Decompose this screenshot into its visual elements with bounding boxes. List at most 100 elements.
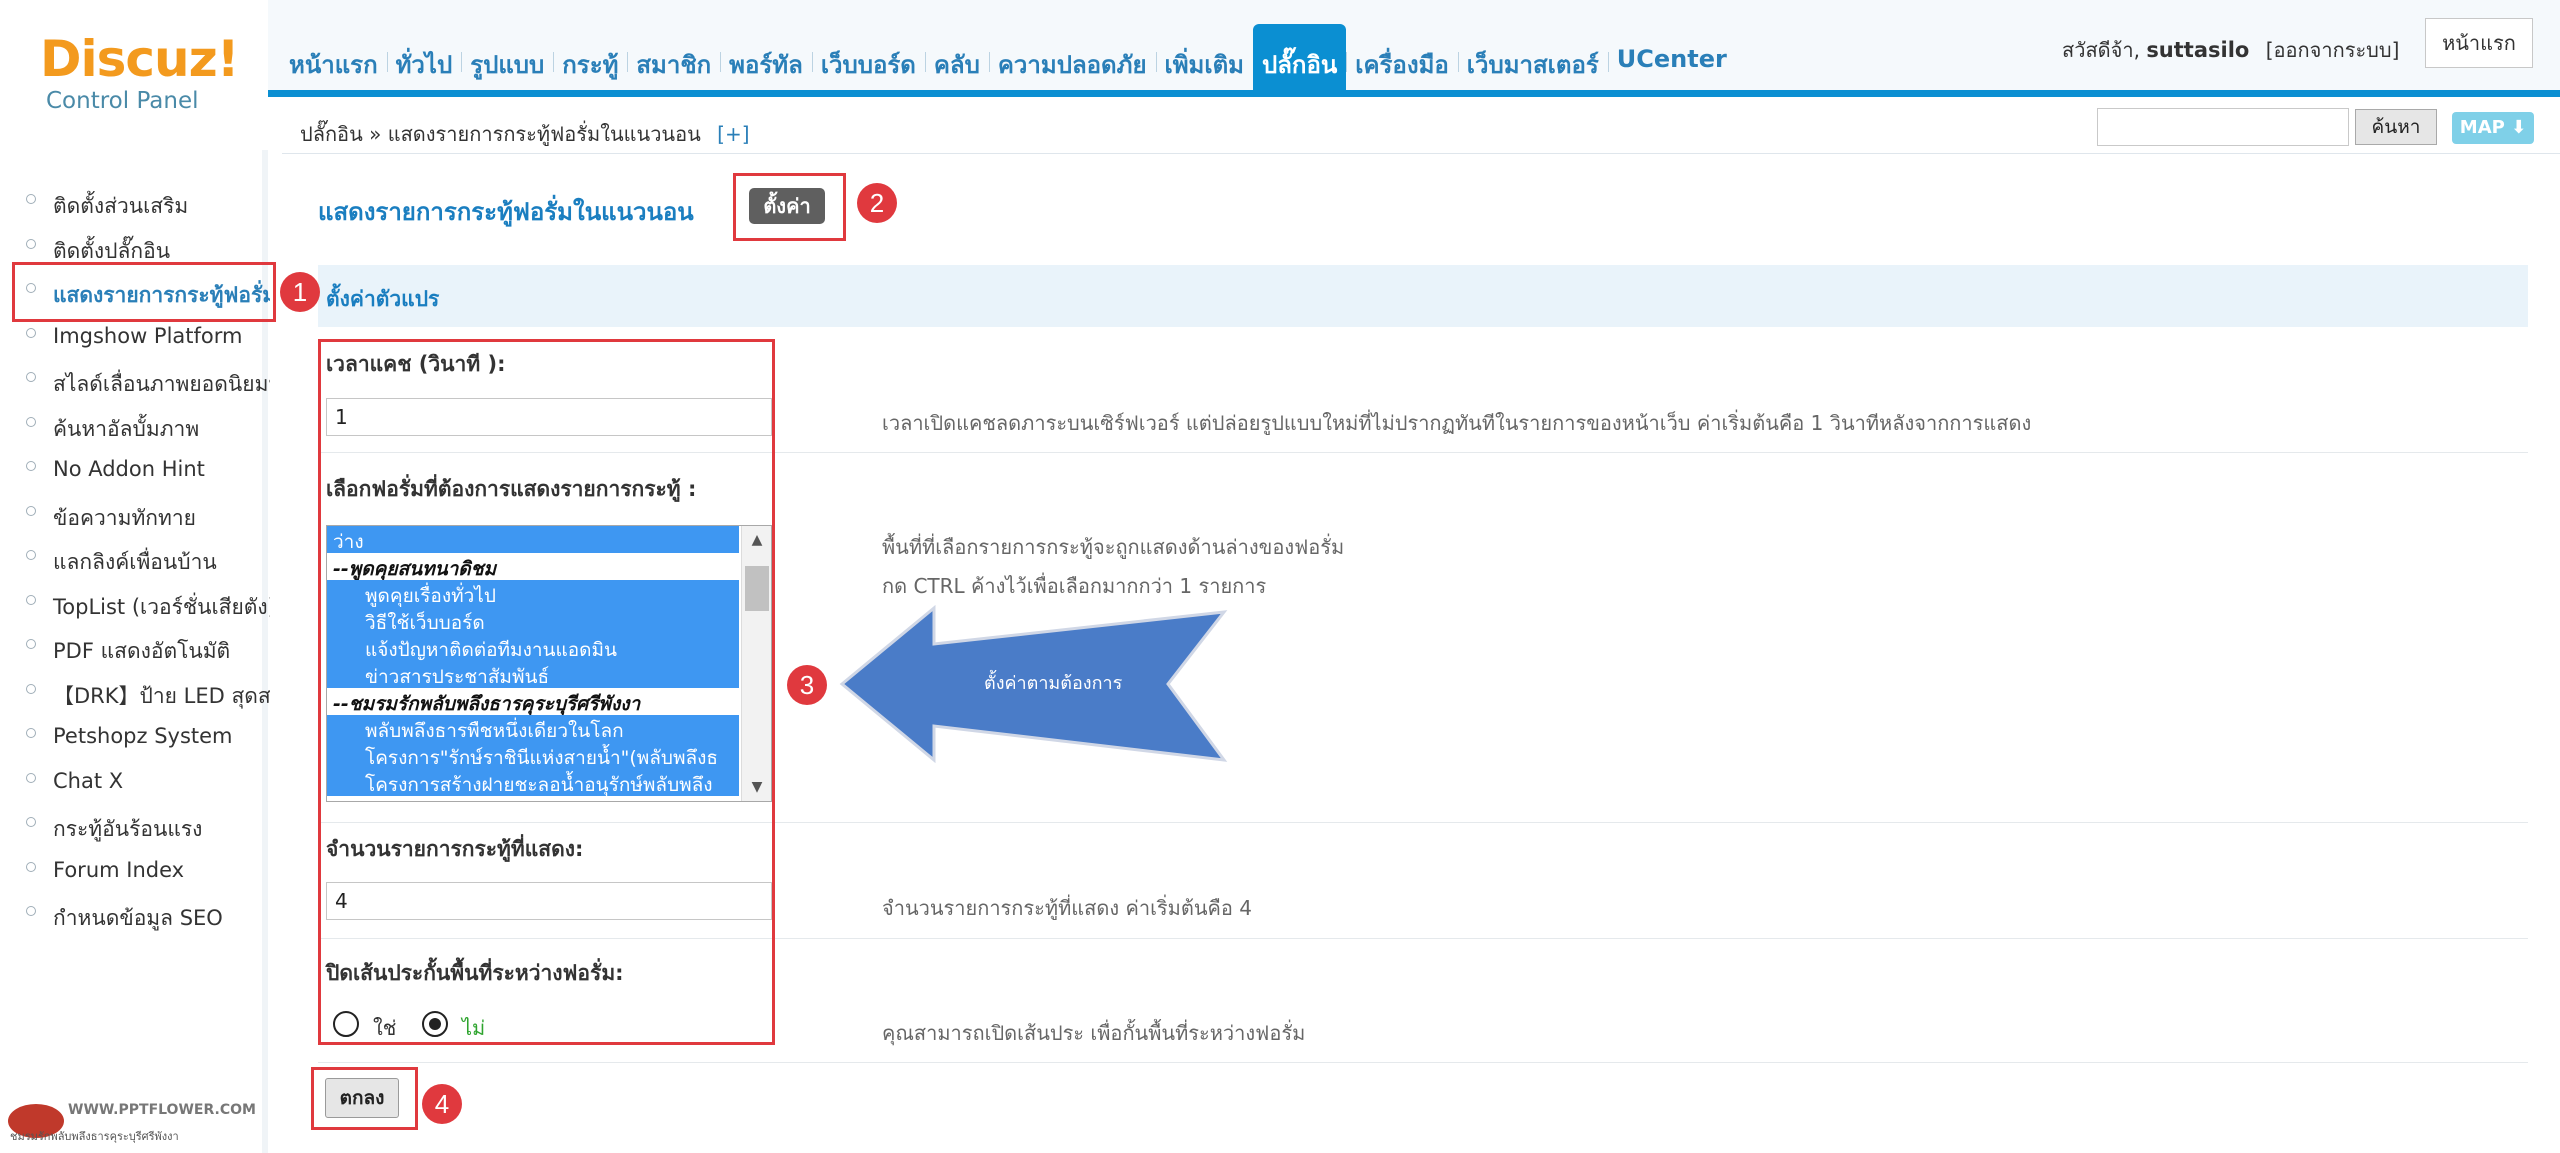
- sidebar-item-label: Imgshow Platform: [53, 323, 243, 348]
- arrow-label: ตั้งค่าตามต้องการ: [984, 673, 1123, 694]
- nav-tab-11[interactable]: เครื่องมือ: [1346, 24, 1458, 96]
- nav-tab-5[interactable]: พอร์ทัล: [720, 24, 812, 96]
- forum-select-description: พื้นที่ที่เลือกรายการกระทู้จะถูกแสดงด้าน…: [882, 535, 1345, 559]
- sidebar-item[interactable]: Forum Index: [0, 856, 270, 901]
- sidebar-item-label: สไลด์เลื่อนภาพยอดนิยมห: [53, 372, 270, 396]
- add-shortcut-link[interactable]: [+]: [717, 122, 749, 146]
- nav-tab-1[interactable]: ทั่วไป: [386, 24, 462, 96]
- sidebar-item-label: กำหนดข้อมูล SEO: [53, 906, 223, 930]
- bullet-icon: [26, 861, 36, 872]
- forum-select-hint: กด CTRL ค้างไว้เพื่อเลือกมากกว่า 1 รายกา…: [882, 574, 1267, 598]
- nav-tab-13[interactable]: UCenter: [1607, 24, 1736, 96]
- sidebar-item-label: ติดตั้งปลั๊กอิน: [53, 238, 171, 263]
- bullet-icon: [26, 639, 36, 649]
- nav-underline: [268, 90, 2560, 97]
- annotation-badge-1: 1: [280, 272, 320, 312]
- bullet-icon: [26, 238, 36, 249]
- top-nav: หน้าแรก ทั่วไป รูปแบบ กระทู้ สมาชิก พอร์ทัล เว…: [280, 24, 1736, 96]
- sub-header: ปลั๊กอิน » แสดงรายการกระทู้ฟอรั่มในแนวนอ…: [282, 104, 2560, 154]
- sidebar-item[interactable]: ติดตั้งส่วนเสริม: [0, 188, 270, 233]
- sidebar-item[interactable]: แลกลิงค์เพื่อนบ้าน: [0, 544, 270, 589]
- sidebar-item[interactable]: ค้นหาอัลบั้มภาพ: [0, 411, 270, 456]
- sidebar-item-label: PDF แสดงอัตโนมัติ: [53, 639, 231, 663]
- bullet-icon: [26, 550, 36, 560]
- logout-link[interactable]: [ออกจากระบบ]: [2266, 38, 2400, 62]
- bullet-icon: [26, 194, 36, 204]
- sidebar-item-label: TopList (เวอร์ชั่นเสียตัง): [53, 594, 270, 619]
- nav-tab-12[interactable]: เว็บมาสเตอร์: [1457, 24, 1608, 96]
- annotation-box-sidebar: [12, 262, 276, 322]
- annotation-box-submit: [311, 1067, 418, 1130]
- bullet-icon: [26, 906, 36, 916]
- sidebar-item-label: ค้นหาอัลบั้มภาพ: [53, 416, 200, 441]
- footer-logo-site: WWW.PPTFLOWER.COM: [68, 1102, 256, 1118]
- nav-tab-8[interactable]: ความปลอดภัย: [988, 24, 1156, 96]
- annotation-badge-3: 3: [787, 665, 827, 705]
- sidebar-item-label: แลกลิงค์เพื่อนบ้าน: [53, 550, 217, 574]
- annotation-badge-4: 4: [422, 1084, 462, 1124]
- sidebar-item[interactable]: กระทู้อันร้อนแรง: [0, 811, 270, 856]
- section-header: [318, 265, 2528, 327]
- sidebar-item[interactable]: Petshopz System: [0, 722, 270, 767]
- sidebar-item-label: No Addon Hint: [53, 457, 205, 481]
- bullet-icon: [26, 461, 36, 471]
- bullet-icon: [26, 728, 36, 738]
- nav-tab-2[interactable]: รูปแบบ: [461, 24, 553, 96]
- sidebar-item-label: Forum Index: [53, 857, 185, 882]
- sidebar-item-label: ติดตั้งส่วนเสริม: [53, 194, 189, 218]
- sidebar-item-label: Chat X: [53, 768, 124, 793]
- page-title: แสดงรายการกระทู้ฟอรั่มในแนวนอน: [318, 198, 694, 226]
- bullet-icon: [26, 594, 36, 605]
- nav-tab-7[interactable]: คลับ: [924, 24, 989, 96]
- nav-tab-9[interactable]: เพิ่มเติม: [1155, 24, 1253, 96]
- nav-tab-0[interactable]: หน้าแรก: [280, 24, 387, 96]
- logo[interactable]: Discuz! Control Panel: [0, 0, 268, 150]
- bullet-icon: [26, 772, 36, 783]
- sidebar-item-label: ข้อความทักทาย: [53, 505, 196, 530]
- greeting-text: สวัสดีจ้า,: [2062, 38, 2140, 62]
- home-button[interactable]: หน้าแรก: [2425, 18, 2533, 68]
- nav-tab-4[interactable]: สมาชิก: [627, 24, 720, 96]
- count-description: จำนวนรายการกระทู้ที่แสดง ค่าเริ่มต้นคือ …: [882, 896, 1252, 920]
- admin-screen: Discuz! Control Panel หน้าแรก ทั่วไป รูปแบ…: [0, 0, 2560, 1153]
- user-greeting: สวัสดีจ้า, suttasilo [ออกจากระบบ]: [2062, 34, 2399, 66]
- search-button[interactable]: ค้นหา: [2355, 109, 2437, 145]
- bullet-icon: [26, 416, 36, 427]
- bullet-icon: [26, 505, 36, 516]
- sidebar-item[interactable]: TopList (เวอร์ชั่นเสียตัง): [0, 589, 270, 634]
- bullet-icon: [26, 817, 36, 827]
- sidebar-item-label: Petshopz System: [53, 724, 233, 748]
- bullet-icon: [26, 683, 36, 694]
- logo-brand: Discuz!: [40, 30, 240, 88]
- sidebar-item[interactable]: No Addon Hint: [0, 455, 270, 500]
- bullet-icon: [26, 327, 36, 338]
- sidebar-item[interactable]: สไลด์เลื่อนภาพยอดนิยมห: [0, 366, 270, 411]
- bullet-icon: [26, 372, 36, 382]
- nav-tab-6[interactable]: เว็บบอร์ด: [811, 24, 925, 96]
- cache-description: เวลาเปิดแคชลดภาระบนเซิร์ฟเวอร์ แต่ปล่อยร…: [882, 411, 2032, 435]
- username: suttasilo: [2146, 38, 2250, 62]
- footer-logo: WWW.PPTFLOWER.COM ชมรมรักพลับพลึงธารคุระ…: [8, 1100, 256, 1144]
- sidebar-item[interactable]: PDF แสดงอัตโนมัติ: [0, 633, 270, 678]
- nav-tab-10[interactable]: ปลั๊กอิน: [1252, 24, 1347, 96]
- annotation-box-form: [318, 339, 775, 1045]
- sidebar-item[interactable]: กำหนดข้อมูล SEO: [0, 900, 270, 945]
- sidebar-item[interactable]: ข้อความทักทาย: [0, 500, 270, 545]
- breadcrumb-text: ปลั๊กอิน » แสดงรายการกระทู้ฟอรั่มในแนวนอ…: [300, 122, 701, 146]
- divider-setting-description: คุณสามารถเปิดเส้นประ เพื่อกั้นพื้นที่ระห…: [882, 1021, 1306, 1045]
- annotation-badge-2: 2: [857, 183, 897, 223]
- logo-subtitle: Control Panel: [46, 88, 199, 114]
- search-input[interactable]: [2097, 108, 2349, 146]
- sidebar-item[interactable]: Chat X: [0, 767, 270, 812]
- sidebar-item-label: กระทู้อันร้อนแรง: [53, 817, 203, 841]
- annotation-box-settings: [733, 173, 846, 241]
- sidebar-item[interactable]: 【DRK】ป้าย LED สุดสะ: [0, 678, 270, 723]
- map-button[interactable]: MAP ⬇: [2452, 112, 2534, 144]
- section-title: ตั้งค่าตัวแปร: [326, 287, 440, 311]
- sidebar-item-label: 【DRK】ป้าย LED สุดสะ: [53, 683, 270, 708]
- sidebar-item[interactable]: Imgshow Platform: [0, 322, 270, 367]
- nav-tab-3[interactable]: กระทู้: [553, 24, 627, 96]
- divider: [318, 1062, 2528, 1063]
- breadcrumb: ปลั๊กอิน » แสดงรายการกระทู้ฟอรั่มในแนวนอ…: [300, 118, 750, 150]
- header: Discuz! Control Panel หน้าแรก ทั่วไป รูปแบ…: [0, 0, 2560, 150]
